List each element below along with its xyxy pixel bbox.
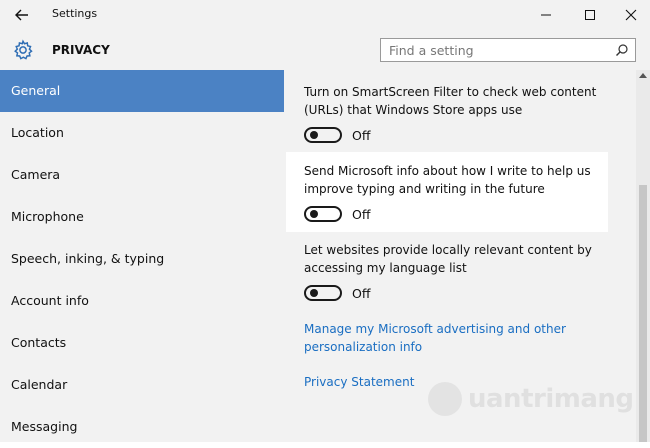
advertising-link[interactable]: Manage my Microsoft advertising and othe…: [304, 320, 604, 356]
toggle-knob: [310, 131, 318, 139]
search-input[interactable]: [389, 43, 609, 58]
sidebar-item-calendar[interactable]: Calendar: [0, 364, 284, 406]
back-arrow-icon[interactable]: [14, 7, 30, 23]
toggle-knob: [310, 210, 318, 218]
typing-info-toggle[interactable]: [304, 206, 342, 222]
scrollbar[interactable]: [636, 70, 650, 442]
search-box[interactable]: [380, 38, 636, 62]
setting-description: Turn on SmartScreen Filter to check web …: [304, 85, 597, 117]
toggle-state-label: Off: [352, 207, 371, 222]
sidebar-item-camera[interactable]: Camera: [0, 154, 284, 196]
minimize-icon[interactable]: [540, 9, 552, 21]
setting-description: Let websites provide locally relevant co…: [304, 243, 592, 275]
scroll-up-arrow-icon[interactable]: [639, 73, 647, 78]
close-icon[interactable]: [625, 9, 637, 21]
sidebar-item-account-info[interactable]: Account info: [0, 280, 284, 322]
sidebar-item-label: Camera: [11, 167, 61, 182]
sidebar-item-label: Calendar: [11, 377, 68, 392]
maximize-icon[interactable]: [584, 9, 596, 21]
title-bar: Settings: [0, 0, 650, 30]
page-header: PRIVACY: [0, 30, 650, 70]
language-list-toggle[interactable]: [304, 285, 342, 301]
sidebar-item-microphone[interactable]: Microphone: [0, 196, 284, 238]
gear-icon: [14, 39, 33, 60]
sidebar-item-label: Account info: [11, 293, 89, 308]
sidebar-item-label: Location: [11, 125, 64, 140]
toggle-state-label: Off: [352, 286, 371, 301]
sidebar-item-label: Contacts: [11, 335, 67, 350]
watermark-logo-icon: [428, 382, 462, 416]
sidebar-item-label: General: [11, 83, 61, 98]
smartscreen-toggle[interactable]: [304, 127, 342, 143]
sidebar-item-label: Messaging: [11, 419, 78, 434]
sidebar-item-general[interactable]: General: [0, 70, 284, 112]
sidebar-item-label: Speech, inking, & typing: [11, 251, 165, 266]
sidebar-item-label: Microphone: [11, 209, 84, 224]
setting-description: Send Microsoft info about how I write to…: [304, 164, 591, 196]
sidebar-item-speech[interactable]: Speech, inking, & typing: [0, 238, 284, 280]
window-title: Settings: [52, 7, 98, 20]
search-icon[interactable]: [615, 43, 629, 57]
sidebar-item-location[interactable]: Location: [0, 112, 284, 154]
toggle-state-label: Off: [352, 128, 371, 143]
toggle-knob: [310, 289, 318, 297]
watermark: uantrimang: [428, 378, 634, 428]
sidebar-item-contacts[interactable]: Contacts: [0, 322, 284, 364]
sidebar: General Location Camera Microphone Speec…: [0, 70, 284, 442]
watermark-text: uantrimang: [468, 384, 634, 414]
page-title: PRIVACY: [52, 43, 110, 57]
scrollbar-thumb[interactable]: [639, 185, 647, 442]
